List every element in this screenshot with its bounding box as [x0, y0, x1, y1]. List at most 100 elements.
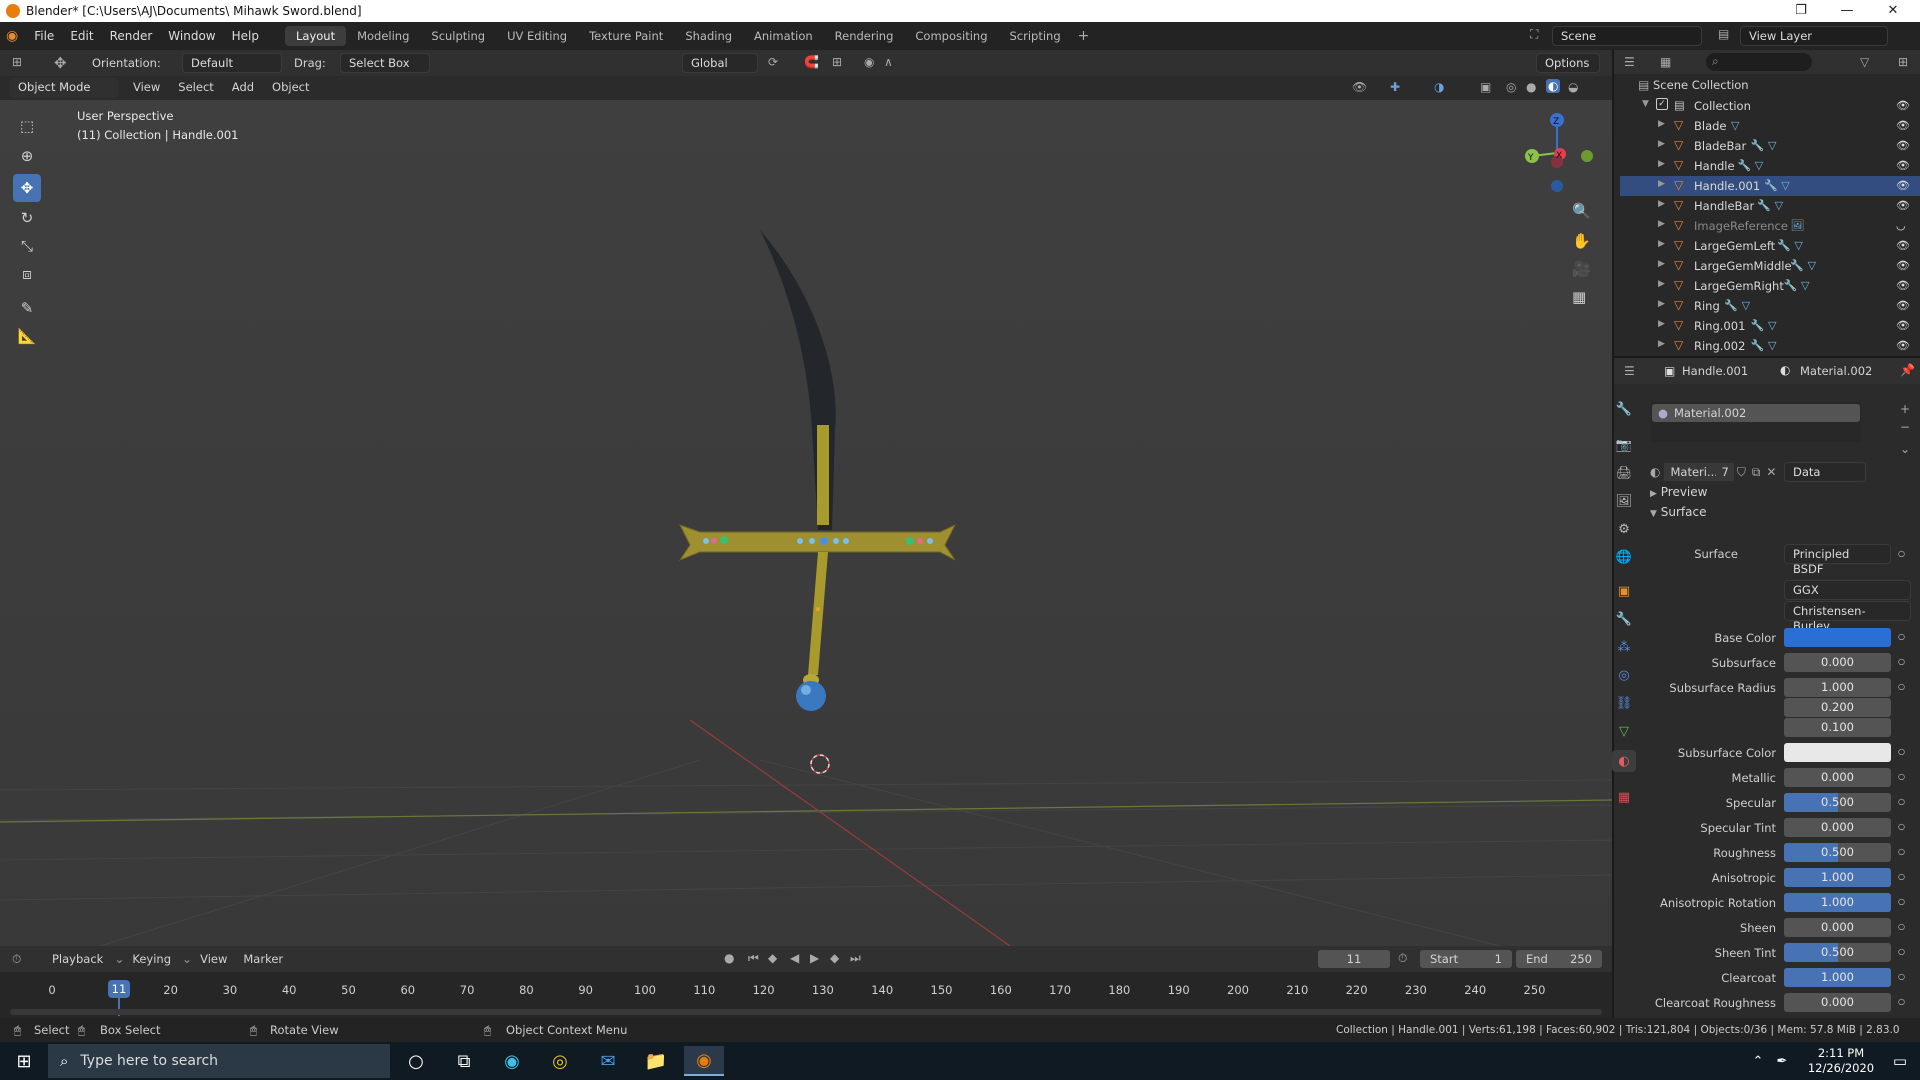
scale-tool-icon[interactable]: ⤡ — [13, 232, 41, 260]
physics-tab-icon[interactable]: ◎ — [1612, 664, 1636, 686]
navigation-gizmo[interactable]: Z Y X — [1512, 108, 1602, 198]
modifier-data-icon[interactable]: 🔧 ▽ — [1784, 279, 1810, 292]
expand-icon[interactable]: ▶ — [1658, 119, 1665, 129]
move-tool-icon[interactable]: ✥ — [13, 174, 41, 202]
expand-icon[interactable]: ▶ — [1658, 179, 1665, 189]
outliner-item[interactable]: ▶ ▽ Blade ▽ 👁 — [1620, 116, 1920, 136]
collection-checkbox[interactable]: ✓ — [1656, 98, 1668, 110]
particles-tab-icon[interactable]: ⁂ — [1612, 636, 1636, 658]
drag-dropdown[interactable]: Select Box — [340, 53, 430, 73]
properties-editor-icon[interactable]: ☰ — [1624, 364, 1635, 378]
link-dropdown[interactable]: Data — [1784, 462, 1866, 482]
menu-edit[interactable]: Edit — [62, 29, 101, 43]
fake-user-icon[interactable]: ⛉ — [1737, 465, 1746, 480]
timeline-menu-marker[interactable]: Marker — [235, 952, 291, 966]
outliner-item[interactable]: ▶ ▽ Handle.001 🔧 ▽ 👁 — [1620, 176, 1920, 196]
socket-icon[interactable]: ○ — [1898, 797, 1905, 806]
tab-modeling[interactable]: Modeling — [346, 26, 420, 46]
modifier-data-icon[interactable]: ▽ — [1731, 119, 1739, 132]
rendered-shading-icon[interactable]: ◒ — [1568, 80, 1578, 94]
measure-tool-icon[interactable]: 📐 — [13, 322, 41, 350]
eye-icon[interactable]: 👁 — [1896, 119, 1910, 132]
socket-icon[interactable]: ○ — [1898, 822, 1905, 831]
socket-icon[interactable]: ○ — [1898, 947, 1905, 956]
mode-selector[interactable]: Object Mode — [10, 78, 118, 98]
blender-taskbar-icon[interactable]: ◉ — [684, 1046, 724, 1076]
expand-icon[interactable]: ▶ — [1658, 259, 1665, 269]
modifier-data-icon[interactable]: 🔧 ▽ — [1790, 259, 1816, 272]
pivot-point-icon[interactable]: ⟳ — [768, 55, 778, 69]
field-subsurface-radius[interactable]: 1.000 — [1784, 678, 1891, 697]
eye-icon[interactable]: ◡ — [1896, 219, 1906, 232]
chrome-browser-icon[interactable]: ◎ — [540, 1046, 580, 1076]
file-explorer-icon[interactable]: 📁 — [636, 1046, 676, 1076]
outliner-item[interactable]: ▶ ▽ BladeBar 🔧 ▽ 👁 — [1620, 136, 1920, 156]
surface-panel-header[interactable]: ▼ Surface — [1650, 505, 1918, 525]
field-subsurface-radius[interactable]: 0.200 — [1784, 698, 1891, 717]
display-mode-icon[interactable]: ▦ — [1660, 55, 1671, 69]
modifier-data-icon[interactable]: 🔧 ▽ — [1751, 339, 1777, 352]
play-icon[interactable]: ▶ — [810, 951, 819, 965]
material-slot-item[interactable]: ● Material.002 — [1652, 404, 1860, 422]
expand-icon[interactable]: ▶ — [1658, 239, 1665, 249]
add-slot-button[interactable]: + — [1900, 402, 1910, 416]
expand-icon[interactable]: ▶ — [1658, 339, 1665, 349]
expand-icon[interactable]: ▶ — [1658, 199, 1665, 209]
socket-icon[interactable]: ○ — [1898, 922, 1905, 931]
field-subsurface-color[interactable] — [1784, 743, 1891, 762]
menu-window[interactable]: Window — [160, 29, 223, 43]
socket-icon[interactable]: ○ — [1898, 972, 1905, 981]
expand-icon[interactable]: ▶ — [1658, 139, 1665, 149]
socket-icon[interactable]: ○ — [1898, 847, 1905, 856]
rotate-tool-icon[interactable]: ↻ — [13, 204, 41, 232]
close-button[interactable]: ✕ — [1870, 0, 1916, 22]
filter-icon[interactable]: ▽ — [1860, 55, 1869, 69]
annotate-tool-icon[interactable]: ✎ — [13, 294, 41, 322]
render-tab-icon[interactable]: 📷 — [1612, 434, 1636, 456]
ortho-toggle-icon[interactable]: ▦ — [1572, 288, 1586, 306]
overlay-icon[interactable]: ◑ — [1434, 80, 1444, 94]
transform-orientation-dropdown[interactable]: Global — [682, 53, 758, 73]
tab-scripting[interactable]: Scripting — [999, 26, 1072, 46]
timeline-menu-keying[interactable]: Keying — [124, 952, 179, 966]
world-tab-icon[interactable]: 🌐 — [1612, 546, 1636, 568]
distribution-dropdown[interactable]: GGX — [1784, 580, 1911, 600]
expand-icon[interactable]: ▶ — [1658, 219, 1665, 229]
outliner-item[interactable]: ▶ ▽ ImageReference 🖼 ◡ — [1620, 216, 1920, 236]
editor-type-icon[interactable]: ⊞ — [12, 55, 22, 69]
cursor-tool-icon[interactable]: ⊕ — [13, 142, 41, 170]
menu-help[interactable]: Help — [224, 29, 267, 43]
visibility-icon[interactable]: 👁 — [1352, 80, 1367, 94]
surface-shader-dropdown[interactable]: Principled BSDF — [1784, 544, 1891, 576]
jump-start-icon[interactable]: ⏮ — [748, 951, 759, 966]
modifier-data-icon[interactable]: 🔧 ▽ — [1757, 199, 1783, 212]
field-base-color[interactable] — [1784, 628, 1891, 647]
field-anisotropic-rotation[interactable]: 1.000 — [1784, 893, 1891, 912]
blender-menu-icon[interactable]: ◉ — [6, 28, 18, 44]
eye-icon[interactable]: 👁 — [1896, 279, 1910, 292]
pin-icon[interactable]: 📌 — [1900, 363, 1915, 377]
user-count[interactable]: 7 — [1716, 463, 1734, 481]
tool-tab-icon[interactable]: 🔧 — [1612, 398, 1636, 420]
field-subsurface-radius[interactable]: 0.100 — [1784, 718, 1891, 737]
unlink-material-icon[interactable]: ✕ — [1766, 465, 1776, 479]
eye-icon[interactable]: 👁 — [1896, 239, 1910, 252]
subsurface-method-dropdown[interactable]: Christensen-Burley — [1784, 601, 1911, 633]
viewport-menu-object[interactable]: Object — [263, 80, 318, 94]
task-view-icon[interactable]: ⧉ — [444, 1046, 484, 1076]
minimize-button[interactable]: — — [1824, 0, 1870, 22]
eye-icon[interactable]: 👁 — [1896, 259, 1910, 272]
current-frame-field[interactable]: 11 — [1318, 950, 1390, 968]
pan-icon[interactable]: ✋ — [1572, 232, 1591, 250]
end-frame-field[interactable]: End 250 — [1516, 950, 1602, 968]
field-roughness[interactable]: 0.500 — [1784, 843, 1891, 862]
outliner-search-input[interactable]: ⌕ — [1706, 53, 1812, 71]
notifications-icon[interactable]: ▭ — [1880, 1046, 1920, 1076]
field-clearcoat[interactable]: 1.000 — [1784, 968, 1891, 987]
surface-socket-icon[interactable]: ○ — [1898, 549, 1905, 558]
add-workspace-icon[interactable]: + — [1078, 28, 1090, 44]
material-tab-icon[interactable]: ◐ — [1612, 750, 1636, 772]
transform-tool-icon[interactable]: ⧈ — [13, 260, 41, 288]
field-specular[interactable]: 0.500 — [1784, 793, 1891, 812]
timeline-menu-playback[interactable]: Playback — [44, 952, 111, 966]
